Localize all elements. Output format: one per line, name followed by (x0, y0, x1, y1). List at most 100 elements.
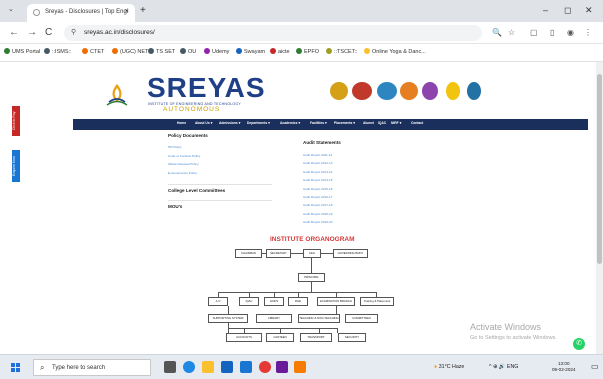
audit-report-link[interactable]: Audit Report 2019-20 (303, 220, 332, 224)
audit-statements-heading[interactable]: Audit Statements (303, 140, 341, 145)
nav-item[interactable]: About Us ▾ (195, 121, 212, 125)
file-explorer-icon[interactable] (202, 361, 214, 373)
org-connector (321, 253, 333, 254)
org-connector (336, 306, 337, 314)
policy-documents-heading[interactable]: Policy Documents (168, 133, 208, 138)
taskbar-clock[interactable]: 13:00 09-02-2024 (552, 361, 576, 373)
audit-report-link[interactable]: Audit Report 2018-19 (303, 212, 332, 216)
bookmark-item[interactable]: (UGC) NET (112, 48, 148, 55)
notifications-icon[interactable]: ▭ (591, 362, 599, 371)
bookmark-item[interactable]: aicte (270, 48, 290, 55)
audit-report-link[interactable]: Audit Report 2011-12 (303, 153, 332, 157)
zoom-icon[interactable]: 🔍 (492, 28, 502, 37)
sreyas-logo-icon[interactable] (106, 82, 128, 106)
audit-report-link[interactable]: Audit Report 2012-13 (303, 161, 332, 165)
brand-name[interactable]: SREYAS (147, 72, 266, 104)
nav-item[interactable]: Academics ▾ (280, 121, 300, 125)
address-bar[interactable]: ⚲ sreyas.ac.in/disclosures/ (64, 25, 482, 41)
back-button[interactable]: ← (9, 27, 19, 38)
menu-icon[interactable]: ⋮ (584, 28, 592, 37)
bookmark-favicon-icon (4, 48, 10, 54)
taskbar-search-input[interactable]: ⌕ Type here to search (33, 359, 151, 376)
nav-item[interactable]: Home (177, 121, 186, 125)
edge-icon[interactable] (183, 361, 195, 373)
nav-item[interactable]: IQAC (378, 121, 386, 125)
browser-tab[interactable]: Sreyas - Disclosures | Top Engi × (27, 4, 135, 22)
nba-logo-icon (330, 82, 348, 100)
naac-logo-icon (352, 82, 372, 100)
policy-link[interactable]: E-Governance Policy (168, 171, 197, 175)
audit-report-link[interactable]: Audit Report 2016-17 (303, 195, 332, 199)
tab-search-icon[interactable]: ⌄ (8, 5, 14, 13)
weather-widget[interactable]: ● 31°C Haze (434, 364, 464, 370)
policy-link[interactable]: Code of Conduct Policy (168, 154, 200, 158)
activate-windows-title: Activate Windows (470, 322, 542, 332)
store-icon[interactable] (221, 361, 233, 373)
policy-link[interactable]: HR Policy (168, 145, 182, 149)
chrome-icon[interactable] (259, 361, 271, 373)
task-view-icon[interactable] (164, 361, 176, 373)
committees-heading[interactable]: College Level Committees (168, 188, 225, 193)
enquire-now-tab[interactable]: Enquire Now (12, 150, 20, 182)
bookmark-item[interactable]: Udemy (204, 48, 229, 55)
nav-item[interactable]: Departments ▾ (247, 121, 270, 125)
nav-item[interactable]: Placements ▾ (334, 121, 355, 125)
search-placeholder: Type here to search (52, 365, 106, 371)
bookmark-label: OU (188, 49, 197, 55)
address-url: sreyas.ac.in/disclosures/ (84, 29, 155, 36)
weather-text: 31°C Haze (438, 364, 465, 370)
bookmark-star-icon[interactable]: ☆ (508, 28, 515, 37)
org-connector (228, 306, 229, 314)
click-to-pay-tab[interactable]: Click to Pay (12, 106, 20, 136)
photos-icon[interactable] (276, 361, 288, 373)
vlc-icon[interactable] (294, 361, 306, 373)
nav-item[interactable]: Admissions ▾ (219, 121, 240, 125)
audit-report-link[interactable]: Audit Report 2015-16 (303, 187, 332, 191)
windows-taskbar: ⌕ Type here to search ● 31°C Haze ^ ⊕ 🔊 … (0, 354, 603, 379)
bookmark-item[interactable]: Online Yoga & Danc... (364, 48, 426, 55)
nav-item[interactable]: NIRF ▾ (391, 121, 401, 125)
site-info-icon[interactable]: ⚲ (71, 28, 76, 36)
org-hods: HOD'S (264, 297, 284, 306)
bookmark-item[interactable]: ::TSCET:: (326, 48, 358, 55)
brand-status: AUTONOMOUS (163, 106, 221, 113)
organogram-title: INSTITUTE ORGANOGRAM (270, 236, 355, 243)
weather-icon: ● (434, 364, 438, 370)
bookmark-item[interactable]: Swayam (236, 48, 265, 55)
policy-link[interactable]: Waste Disposal Policy (168, 162, 199, 166)
bookmark-item[interactable]: UMS Portal (4, 48, 40, 55)
bookmark-label: aicte (278, 49, 290, 55)
bookmark-item[interactable]: EPFO (296, 48, 319, 55)
bookmarks-bar: UMS Portal::ISMS:: CTET (UGC) NET TS SET OU U… (0, 44, 603, 62)
whatsapp-icon[interactable]: ✆ (573, 338, 585, 350)
nav-item[interactable]: Alumni (363, 121, 374, 125)
new-tab-button[interactable]: + (140, 5, 146, 16)
profile-icon[interactable]: ◉ (567, 28, 574, 37)
bookmark-item[interactable]: CTET (82, 48, 104, 55)
bookmark-favicon-icon (364, 48, 370, 54)
bookmark-item[interactable]: TS SET (148, 48, 175, 55)
audit-report-link[interactable]: Audit Report 2014-15 (303, 178, 332, 182)
org-library: LIBRARY (256, 314, 292, 323)
bookmark-item[interactable]: OU (180, 48, 196, 55)
reload-button[interactable]: C (45, 27, 52, 38)
audit-report-link[interactable]: Audit Report 2013-14 (303, 170, 332, 174)
bookmark-item[interactable]: ::ISMS:: (44, 48, 72, 55)
mous-heading[interactable]: MOU's (168, 204, 182, 209)
close-window-button[interactable]: ✕ (585, 5, 593, 16)
page-scrollbar[interactable] (596, 62, 603, 354)
nav-item[interactable]: Contact (411, 121, 423, 125)
forward-button[interactable]: → (27, 27, 37, 38)
maximize-button[interactable]: ◻ (564, 5, 571, 16)
system-tray-icons[interactable]: ^ ⊕ 🔊 ENG (489, 364, 518, 370)
mail-icon[interactable] (240, 361, 252, 373)
tab-close-icon[interactable]: × (125, 8, 129, 15)
scrollbar-thumb[interactable] (597, 74, 602, 264)
windows-start-icon[interactable] (11, 363, 20, 372)
bookmark-label: Online Yoga & Danc... (372, 49, 426, 55)
extensions-icon[interactable]: ▢ (530, 28, 538, 37)
audit-report-link[interactable]: Audit Report 2017-18 (303, 203, 332, 207)
minimize-button[interactable]: – (543, 5, 548, 15)
side-panel-icon[interactable]: ▯ (550, 28, 554, 37)
nav-item[interactable]: Facilities ▾ (310, 121, 327, 125)
